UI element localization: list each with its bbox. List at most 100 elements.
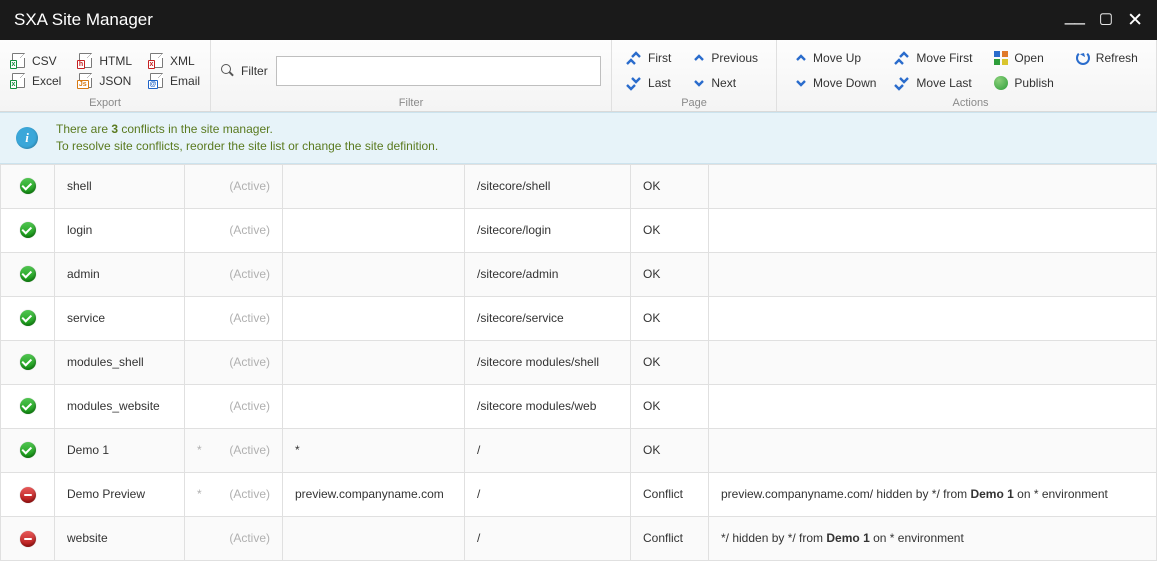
open-button[interactable]: Open — [994, 49, 1053, 68]
table-row[interactable]: Demo 1*(Active)*/OK — [1, 428, 1157, 472]
host-cell — [283, 384, 465, 428]
export-html-label: HTML — [99, 54, 132, 68]
refresh-button[interactable]: Refresh — [1076, 49, 1138, 68]
site-name-cell: Demo 1 — [55, 428, 185, 472]
state-cell: OK — [631, 384, 709, 428]
path-cell: / — [465, 472, 631, 516]
path-cell: /sitecore/shell — [465, 164, 631, 208]
message-cell — [709, 428, 1157, 472]
path-cell: /sitecore/admin — [465, 252, 631, 296]
ribbon-group-actions: Move Up Move First Ope — [777, 40, 1157, 111]
close-button[interactable]: ✕ — [1127, 9, 1143, 32]
export-email-button[interactable]: @ Email — [148, 73, 200, 89]
active-label: (Active) — [229, 355, 270, 369]
active-label: (Active) — [229, 267, 270, 281]
active-label: (Active) — [229, 531, 270, 545]
export-json-button[interactable]: Js JSON — [77, 73, 132, 89]
status-cell — [1, 428, 55, 472]
site-name-cell: modules_website — [55, 384, 185, 428]
move-up-button[interactable]: Move Up — [795, 49, 876, 68]
move-down-button[interactable]: Move Down — [795, 74, 876, 93]
export-xml-button[interactable]: x XML — [148, 53, 200, 69]
table-row[interactable]: modules_shell(Active)/sitecore modules/s… — [1, 340, 1157, 384]
ribbon-group-page: First Previous Last Next — [612, 40, 777, 111]
maximize-button[interactable]: ▢ — [1099, 9, 1113, 32]
ribbon-group-filter-label: Filter — [221, 95, 601, 109]
table-row[interactable]: website(Active)/Conflict*/ hidden by */ … — [1, 516, 1157, 560]
state-cell: OK — [631, 164, 709, 208]
page-next-button[interactable]: Next — [693, 74, 758, 93]
active-label: (Active) — [229, 223, 270, 237]
sites-table: shell(Active)/sitecore/shellOKlogin(Acti… — [0, 164, 1157, 561]
page-first-button[interactable]: First — [630, 49, 671, 68]
active-cell: (Active) — [185, 252, 283, 296]
state-cell: Conflict — [631, 516, 709, 560]
message-cell: preview.companyname.com/ hidden by */ fr… — [709, 472, 1157, 516]
window-controls: __ ▢ ✕ — [1065, 9, 1143, 32]
host-cell: * — [283, 428, 465, 472]
page-last-label: Last — [648, 76, 671, 90]
export-csv-button[interactable]: x CSV — [10, 53, 61, 69]
ribbon-group-actions-label: Actions — [795, 95, 1146, 109]
table-row[interactable]: modules_website(Active)/sitecore modules… — [1, 384, 1157, 428]
export-html-button[interactable]: h HTML — [77, 53, 132, 69]
status-cell — [1, 472, 55, 516]
message-cell — [709, 252, 1157, 296]
state-cell: OK — [631, 208, 709, 252]
export-excel-button[interactable]: x Excel — [10, 73, 61, 89]
wildcard-marker: * — [197, 443, 202, 457]
move-last-button[interactable]: Move Last — [898, 74, 972, 93]
site-name-cell: website — [55, 516, 185, 560]
info-line1-c: conflicts in the site manager. — [118, 122, 273, 136]
table-row[interactable]: service(Active)/sitecore/serviceOK — [1, 296, 1157, 340]
refresh-label: Refresh — [1096, 51, 1138, 65]
message-cell — [709, 296, 1157, 340]
filter-button[interactable]: Filter — [221, 64, 268, 78]
status-cell — [1, 340, 55, 384]
state-cell: OK — [631, 296, 709, 340]
status-error-icon — [20, 487, 36, 503]
host-cell — [283, 516, 465, 560]
status-cell — [1, 516, 55, 560]
active-cell: (Active) — [185, 384, 283, 428]
host-cell — [283, 296, 465, 340]
table-row[interactable]: login(Active)/sitecore/loginOK — [1, 208, 1157, 252]
open-icon — [994, 51, 1008, 65]
active-label: (Active) — [229, 179, 270, 193]
move-first-button[interactable]: Move First — [898, 49, 972, 68]
site-name-cell: login — [55, 208, 185, 252]
page-next-label: Next — [711, 76, 736, 90]
status-cell — [1, 296, 55, 340]
table-row[interactable]: admin(Active)/sitecore/adminOK — [1, 252, 1157, 296]
filter-btn-label: Filter — [241, 64, 268, 78]
ribbon-group-export-label: Export — [10, 95, 200, 109]
site-name-cell: admin — [55, 252, 185, 296]
double-chevron-down-icon — [898, 74, 910, 93]
active-cell: (Active) — [185, 208, 283, 252]
ribbon-group-export: x CSV h HTML x XML x Excel Js JSON — [0, 40, 211, 111]
refresh-icon — [1076, 51, 1090, 65]
page-last-button[interactable]: Last — [630, 74, 671, 93]
ribbon: x CSV h HTML x XML x Excel Js JSON — [0, 40, 1157, 112]
filter-input[interactable] — [276, 56, 601, 86]
export-excel-label: Excel — [32, 74, 61, 88]
titlebar: SXA Site Manager __ ▢ ✕ — [0, 0, 1157, 40]
host-cell — [283, 164, 465, 208]
path-cell: / — [465, 516, 631, 560]
active-label: (Active) — [229, 443, 270, 457]
status-ok-icon — [20, 442, 36, 458]
message-cell — [709, 208, 1157, 252]
state-cell: Conflict — [631, 472, 709, 516]
table-row[interactable]: shell(Active)/sitecore/shellOK — [1, 164, 1157, 208]
minimize-button[interactable]: __ — [1065, 5, 1085, 28]
next-icon — [693, 77, 705, 89]
site-name-cell: service — [55, 296, 185, 340]
status-cell — [1, 384, 55, 428]
state-cell: OK — [631, 428, 709, 472]
page-previous-button[interactable]: Previous — [693, 49, 758, 68]
export-csv-label: CSV — [32, 54, 57, 68]
info-icon: i — [16, 127, 38, 149]
active-label: (Active) — [229, 399, 270, 413]
table-row[interactable]: Demo Preview*(Active)preview.companyname… — [1, 472, 1157, 516]
publish-button[interactable]: Publish — [994, 74, 1053, 93]
